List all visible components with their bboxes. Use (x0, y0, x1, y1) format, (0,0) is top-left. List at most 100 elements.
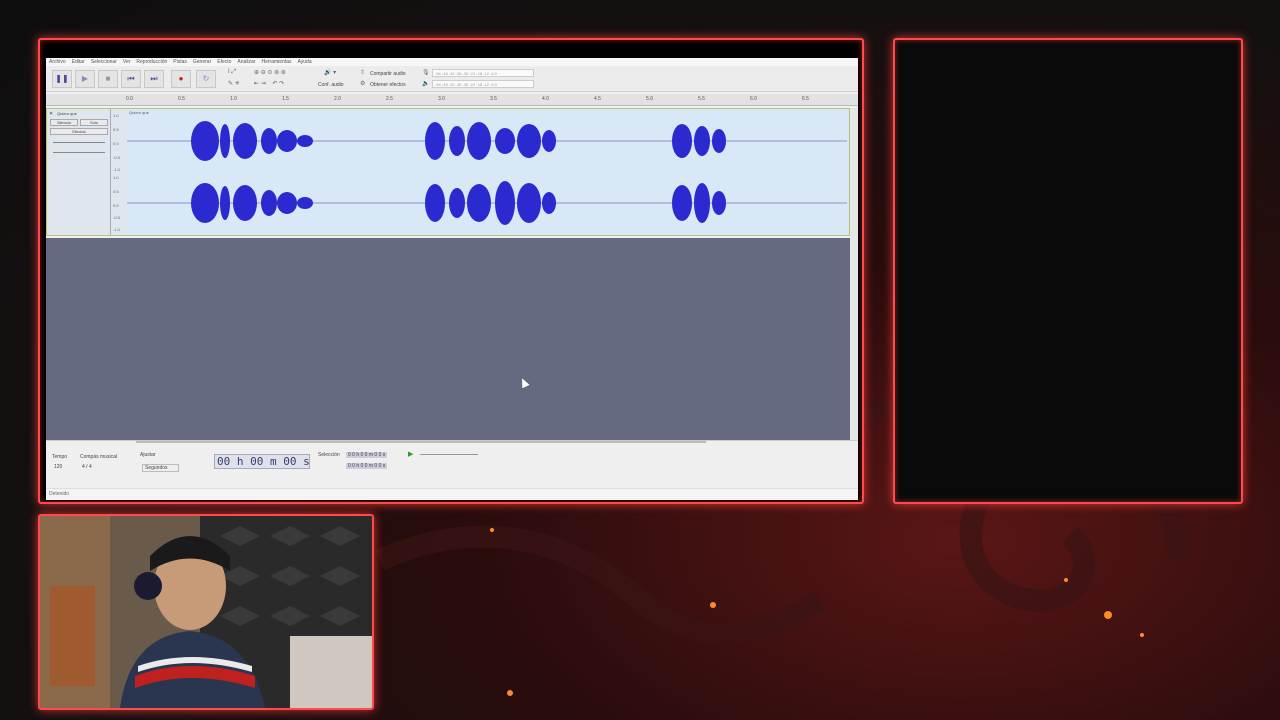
side-panel-frame (893, 38, 1243, 504)
menu-efecto[interactable]: Efecto (217, 58, 231, 66)
ruler-tick: 2.0 (334, 96, 341, 102)
microphone-icon: 🎙 (422, 70, 430, 76)
ruler-tick: 0.5 (178, 96, 185, 102)
menu-herramientas[interactable]: Herramientas (262, 58, 292, 66)
effects-button[interactable]: Efectos (50, 128, 108, 135)
playback-meter[interactable]: -54 -48 -42 -36 -30 -24 -18 -12 -6 0 (432, 80, 534, 88)
mute-button[interactable]: Silencio (50, 119, 78, 126)
menu-analizar[interactable]: Analizar (237, 58, 255, 66)
stop-icon: ■ (105, 74, 111, 83)
scale-label: 0.0 (113, 203, 119, 208)
audio-setup-label[interactable]: Conf. audio (318, 82, 344, 88)
skip-end-button[interactable]: ⏭ (144, 70, 164, 88)
time-signature-input[interactable]: 4 / 4 (82, 464, 92, 470)
menu-ver[interactable]: Ver (123, 58, 131, 66)
menu-archivo[interactable]: Archivo (49, 58, 66, 66)
menu-pistas[interactable]: Pistas (173, 58, 187, 66)
empty-track-area[interactable] (46, 238, 850, 440)
ruler-tick: 5.5 (698, 96, 705, 102)
menu-editar[interactable]: Editar (72, 58, 85, 66)
scale-label: 0.5 (113, 127, 119, 132)
share-icon: ⇧ (360, 70, 366, 76)
zoom-in-icon[interactable]: ⊕ ⊖ ⊙ ⊚ ⊛ (254, 69, 286, 76)
selection-tool-icon[interactable]: I ⤢ (228, 69, 236, 76)
draw-tool-icon[interactable]: ✎ ✳ (228, 80, 240, 87)
scale-label: 1.0 (113, 175, 119, 180)
ruler-tick: 0.0 (126, 96, 133, 102)
get-effects-button[interactable]: Obtener efectos (370, 82, 406, 88)
gain-slider[interactable] (53, 142, 105, 143)
ruler-tick: 1.5 (282, 96, 289, 102)
record-meter[interactable]: -54 -48 -42 -36 -30 -24 -18 -12 -6 0 (432, 69, 534, 77)
ruler-tick: 3.0 (438, 96, 445, 102)
solo-button[interactable]: Solo (80, 119, 108, 126)
amplitude-scale: 1.0 0.5 0.0 -0.5 -1.0 1.0 0.5 0.0 -0.5 -… (111, 109, 127, 235)
playback-speed-slider[interactable] (420, 454, 478, 455)
play-icon: ▶ (81, 74, 89, 83)
snap-unit-select[interactable]: Segundos (142, 464, 179, 472)
record-icon: ● (178, 74, 184, 83)
loop-icon: ↻ (202, 74, 210, 83)
ruler-tick: 6.5 (802, 96, 809, 102)
selection-toolbar: Tempo 120 Compás musical 4 / 4 Ajustar S… (46, 440, 858, 488)
selection-end-input[interactable]: 0 0 h 0 0 m 0 0 s (346, 463, 388, 469)
menu-bar: Archivo Editar Seleccionar Ver Reproducc… (46, 58, 858, 66)
snap-checkbox[interactable]: Ajustar (140, 452, 156, 458)
menu-ayuda[interactable]: Ayuda (298, 58, 312, 66)
time-display[interactable]: 00 h 00 m 00 s (214, 454, 310, 469)
trim-icon[interactable]: ⇤ ⇥ ↶ ↷ (254, 80, 284, 87)
track-close-icon[interactable]: ✕ (49, 111, 53, 117)
scale-label: 1.0 (113, 113, 119, 118)
scale-label: 0.5 (113, 189, 119, 194)
skip-start-icon: ⏮ (127, 74, 135, 83)
speaker-icon: 🔈 (422, 81, 430, 87)
scale-label: -0.5 (113, 155, 120, 160)
stop-button[interactable]: ■ (98, 70, 118, 88)
horizontal-scrollbar[interactable] (136, 441, 706, 443)
play-at-speed-icon[interactable]: ▶ (408, 450, 413, 458)
transport-toolbar: ❚❚ ▶ ■ ⏮ ⏭ ● ↻ I ⤢ ✎ ✳ ⊕ ⊖ ⊙ ⊚ ⊛ ⇤ ⇥ ↶ ↷… (46, 66, 858, 92)
ruler-tick: 3.5 (490, 96, 497, 102)
pan-slider[interactable] (53, 152, 105, 153)
selection-start-input[interactable]: 0 0 h 0 0 m 0 0 s (346, 452, 388, 458)
ruler-tick: 5.0 (646, 96, 653, 102)
status-bar: Detenido (46, 488, 858, 500)
pause-button[interactable]: ❚❚ (52, 70, 72, 88)
waveform-area[interactable]: Quiero que (127, 109, 847, 235)
scale-label: -1.0 (113, 227, 120, 232)
effects-icon: ⚙ (360, 81, 366, 87)
timeline-ruler[interactable]: 0.0 0.5 1.0 1.5 2.0 2.5 3.0 3.5 4.0 4.5 … (46, 94, 858, 106)
play-button[interactable]: ▶ (75, 70, 95, 88)
audio-setup-icon[interactable]: 🔊 ▾ (324, 69, 336, 76)
scale-label: -1.0 (113, 167, 120, 172)
tempo-label: Tempo (52, 454, 68, 460)
ruler-tick: 1.0 (230, 96, 237, 102)
skip-start-button[interactable]: ⏮ (121, 70, 141, 88)
clip-name[interactable]: Quiero que (129, 110, 149, 115)
webcam-frame (38, 514, 374, 710)
selection-label: Selección (318, 452, 340, 458)
vertical-scrollbar[interactable] (850, 108, 858, 440)
menu-generar[interactable]: Generar (193, 58, 211, 66)
pause-icon: ❚❚ (55, 74, 69, 83)
loop-button[interactable]: ↻ (196, 70, 216, 88)
audio-track[interactable]: ✕ Quiero que Silencio Solo Efectos 1.0 0… (46, 108, 850, 236)
menu-reproduccion[interactable]: Reproducción (136, 58, 167, 66)
waveform (127, 121, 847, 225)
app-capture-frame: Archivo Editar Seleccionar Ver Reproducc… (38, 38, 864, 504)
webcam-feed (40, 516, 372, 708)
ruler-tick: 6.0 (750, 96, 757, 102)
track-control-panel: ✕ Quiero que Silencio Solo Efectos (47, 109, 111, 235)
track-name[interactable]: Quiero que (57, 111, 77, 116)
ruler-tick: 2.5 (386, 96, 393, 102)
audacity-window: Archivo Editar Seleccionar Ver Reproducc… (46, 58, 858, 500)
scale-label: -0.5 (113, 215, 120, 220)
tempo-input[interactable]: 120 (54, 464, 62, 470)
menu-seleccionar[interactable]: Seleccionar (91, 58, 117, 66)
ruler-tick: 4.5 (594, 96, 601, 102)
share-audio-button[interactable]: Compartir audio (370, 71, 406, 77)
record-button[interactable]: ● (171, 70, 191, 88)
time-signature-label: Compás musical (80, 454, 117, 460)
ruler-tick: 4.0 (542, 96, 549, 102)
scale-label: 0.0 (113, 141, 119, 146)
